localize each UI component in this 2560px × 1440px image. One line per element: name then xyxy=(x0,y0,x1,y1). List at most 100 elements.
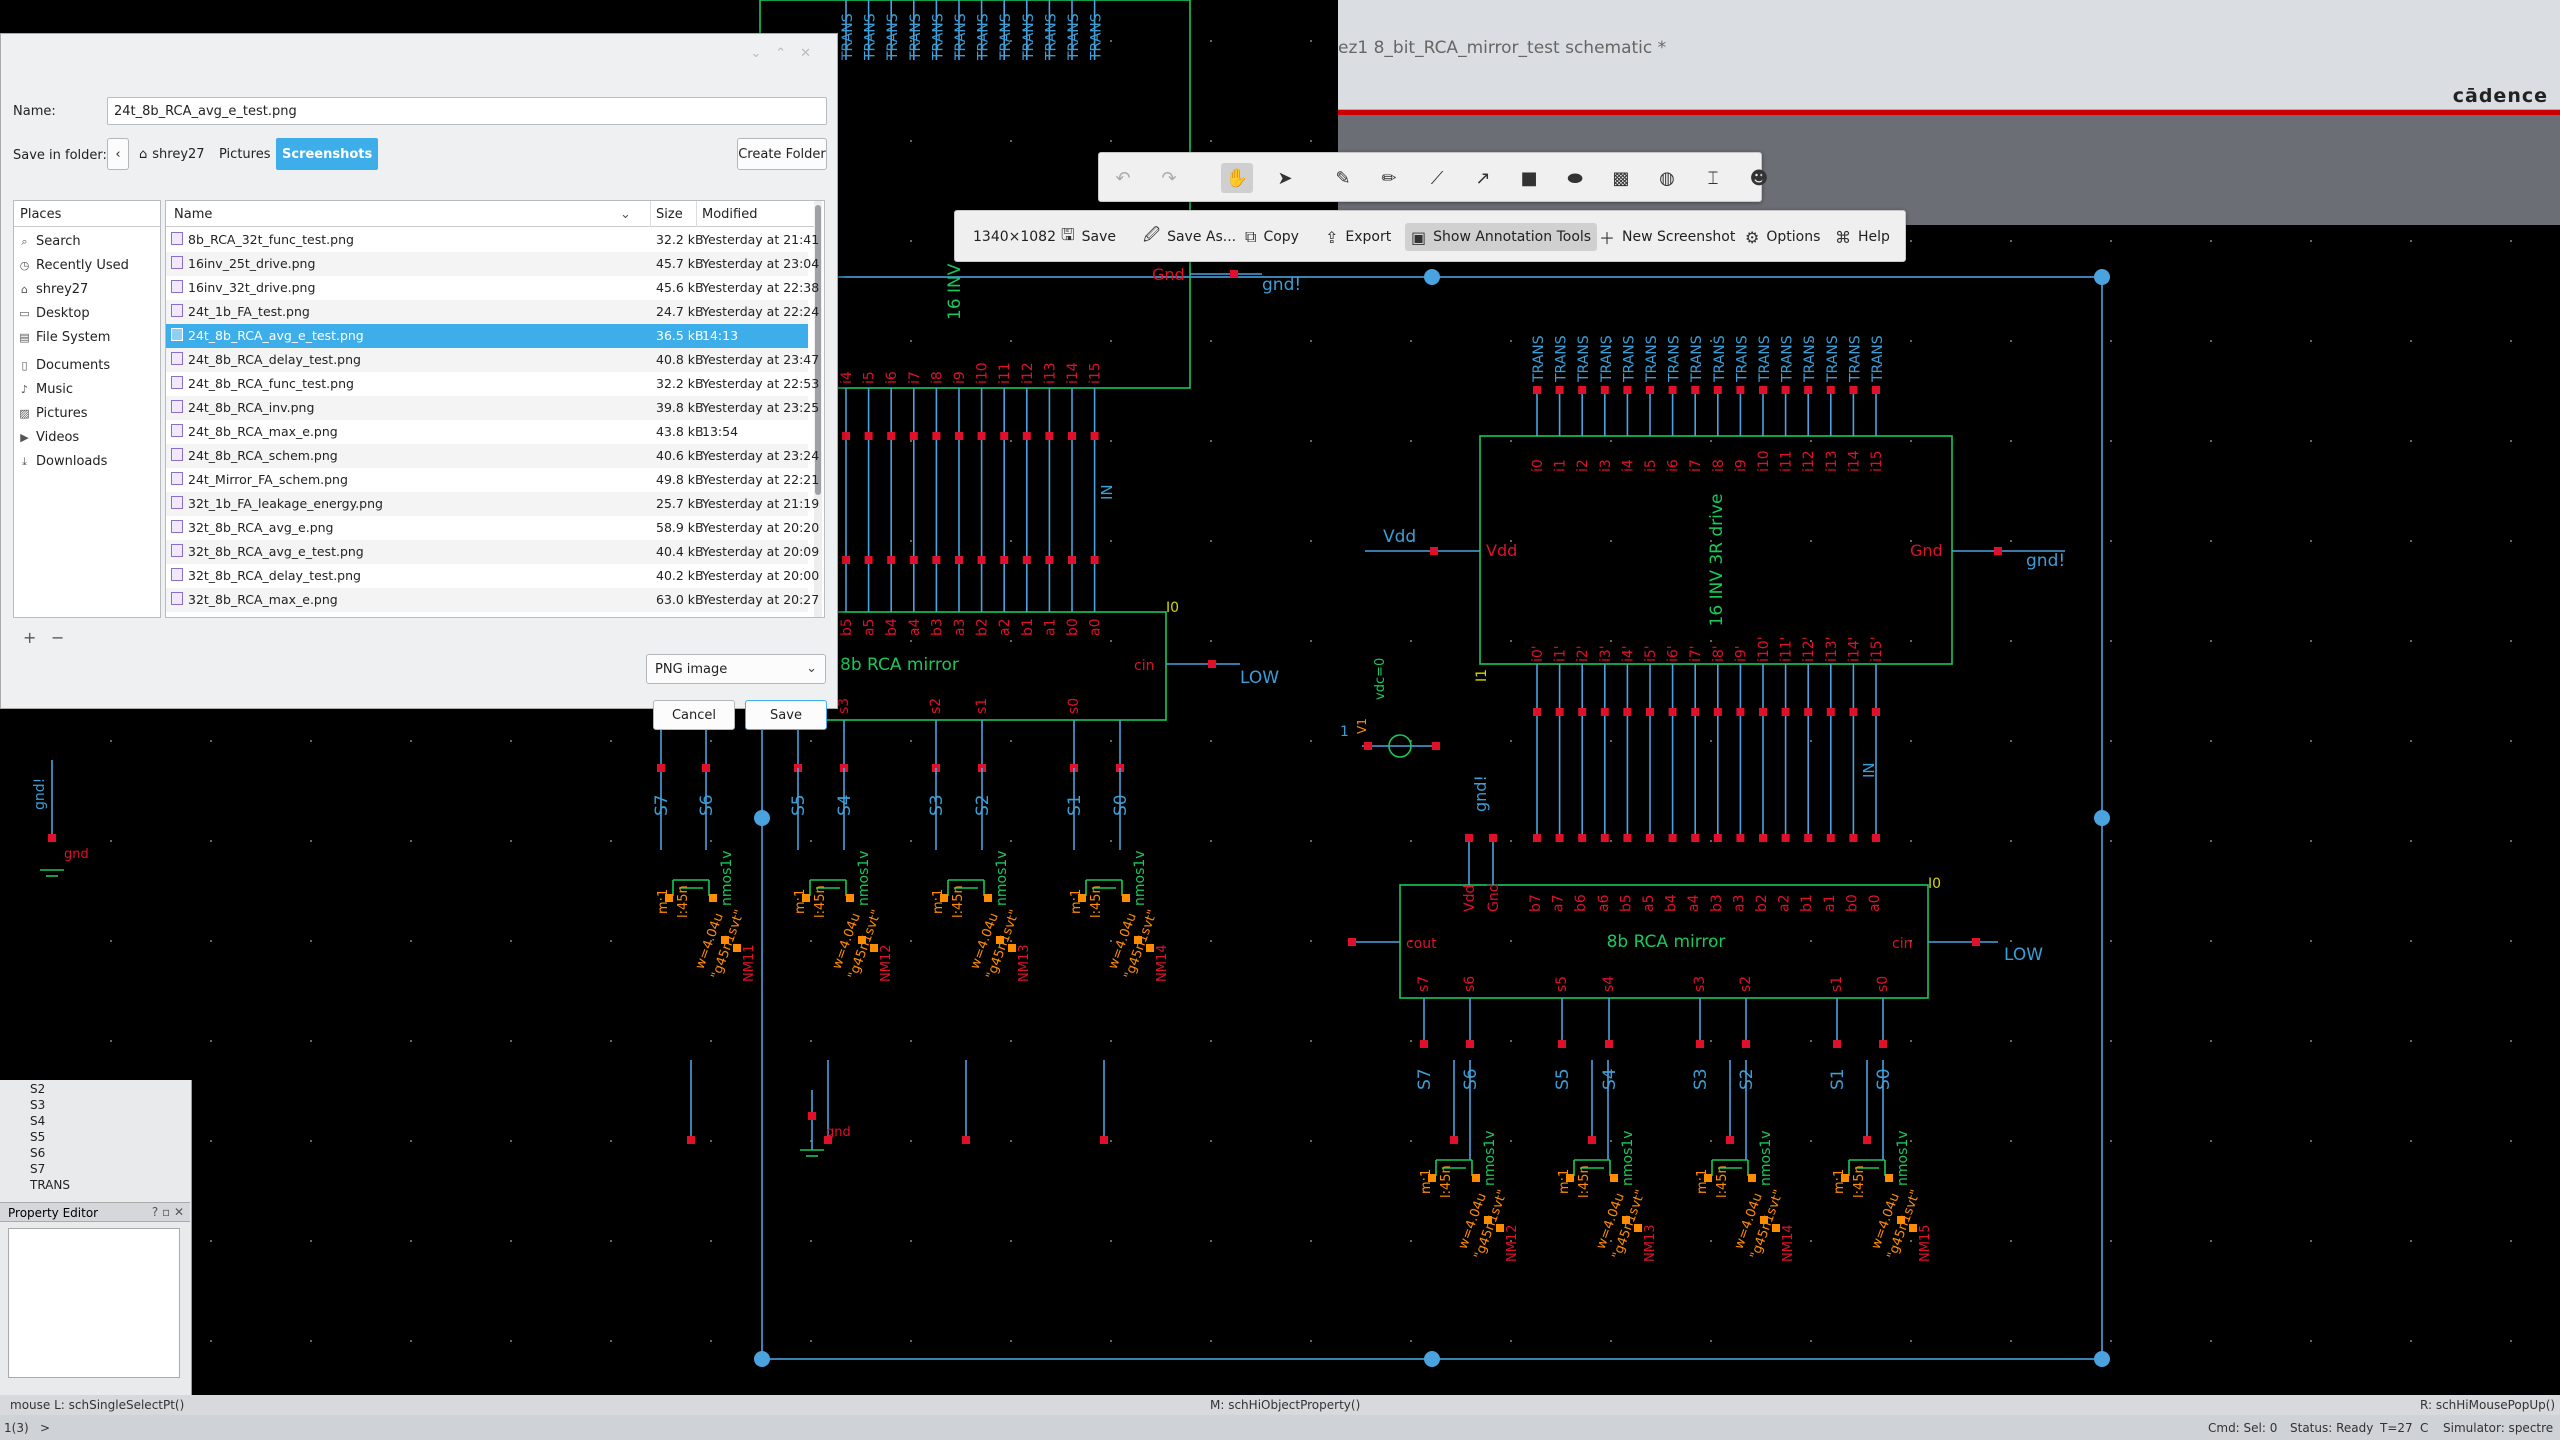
breadcrumb-screenshots[interactable]: Screenshots xyxy=(276,138,379,170)
inv-pin-label: i0 xyxy=(1530,459,1546,472)
file-row[interactable]: 24t_8b_RCA_schem.png 40.6 kB Yesterday at … xyxy=(166,444,819,468)
place-file-system[interactable]: ▤ File System xyxy=(18,330,110,345)
save-button[interactable]: 🖫 Save xyxy=(1055,223,1122,251)
highlighter-icon[interactable]: ✎ xyxy=(1327,163,1359,193)
trans-pin xyxy=(1804,386,1813,394)
line-icon[interactable]: ⟋ xyxy=(1421,163,1453,193)
trans-net-label: TRANS xyxy=(1780,335,1796,383)
file-row[interactable]: 8b_RCA_32t_func_test.png 32.2 kB Yesterday… xyxy=(166,228,819,252)
ellipse-icon[interactable]: ⬬ xyxy=(1559,163,1591,193)
file-row[interactable]: 32t_1b_FA_leakage_energy.png 25.7 kB Yeste… xyxy=(166,492,819,516)
place-documents[interactable]: ▯ Documents xyxy=(18,358,110,373)
tree-item[interactable]: S3 xyxy=(30,1098,45,1112)
cin-pin-label: cin xyxy=(1892,936,1912,952)
file-name: 24t_1b_FA_test.png xyxy=(188,304,310,319)
create-folder-button[interactable]: Create Folder xyxy=(737,138,827,170)
file-modified: Yesterday at 22:24 xyxy=(702,304,820,319)
options-button[interactable]: ⚙ Options xyxy=(1739,223,1826,251)
sum-net-label: S5 xyxy=(1553,1068,1573,1090)
column-modified[interactable]: Modified xyxy=(702,207,757,222)
file-row[interactable]: 32t_8b_RCA_avg_e.png 58.9 kB Yesterday at … xyxy=(166,516,819,540)
text-icon[interactable]: ⌶ xyxy=(1697,163,1729,193)
rca-input-label: b2 xyxy=(1754,894,1770,912)
export-icon: ⇪ xyxy=(1325,227,1339,247)
undo-icon[interactable]: ↶ xyxy=(1107,163,1139,193)
show-annotation-button[interactable]: ▣ Show Annotation Tools xyxy=(1405,223,1598,251)
trans-net-label: TRANS xyxy=(908,13,924,61)
add-place-button[interactable]: + xyxy=(23,628,36,647)
place-search[interactable]: ⌕ Search xyxy=(18,234,80,249)
pin xyxy=(1668,708,1677,716)
place-videos[interactable]: ▶ Videos xyxy=(18,430,79,445)
pen-icon[interactable]: ✏ xyxy=(1373,163,1405,193)
tree-item[interactable]: S4 xyxy=(30,1114,45,1128)
rca-input-label: b5 xyxy=(839,618,855,636)
pin xyxy=(932,432,941,440)
back-button[interactable]: ‹ xyxy=(107,138,129,170)
save-as-button[interactable]: 🖉 Save As... xyxy=(1137,223,1242,251)
pin xyxy=(887,556,896,564)
tree-item[interactable]: S7 xyxy=(30,1162,45,1176)
breadcrumb-pictures[interactable]: Pictures xyxy=(213,138,276,170)
file-row[interactable]: 24t_8b_RCA_avg_e_test.png 36.5 kB 14:13 xyxy=(166,324,808,348)
arrow-icon[interactable]: ↗ xyxy=(1467,163,1499,193)
file-modified: Yesterday at 20:09 xyxy=(702,544,820,559)
blur-icon[interactable]: ◍ xyxy=(1651,163,1683,193)
file-row[interactable]: 32t_8b_RCA_avg_e_test.png 40.4 kB Yesterda… xyxy=(166,540,819,564)
file-row[interactable]: 24t_Mirror_FA_schem.png 49.8 kB Yesterday … xyxy=(166,468,819,492)
cancel-button[interactable]: Cancel xyxy=(653,700,735,730)
tree-item[interactable]: S5 xyxy=(30,1130,45,1144)
file-modified: 14:13 xyxy=(702,328,739,343)
file-row[interactable]: 32t_8b_RCA_delay_test.png 40.2 kB Yesterda… xyxy=(166,564,819,588)
export-button[interactable]: ⇪ Export xyxy=(1319,223,1397,251)
copy-button[interactable]: ⧉ Copy xyxy=(1239,223,1305,251)
breadcrumb-home[interactable]: ⌂ shrey27 xyxy=(133,138,211,170)
redo-icon[interactable]: ↷ xyxy=(1153,163,1185,193)
tree-item[interactable]: S6 xyxy=(30,1146,45,1160)
tree-item[interactable]: S2 xyxy=(30,1082,45,1096)
inv-pin-label: i1 xyxy=(1553,459,1569,472)
pixelate-icon[interactable]: ▩ xyxy=(1605,163,1637,193)
new-screenshot-button[interactable]: ＋ New Screenshot xyxy=(1593,223,1741,251)
save-dialog-button[interactable]: Save xyxy=(745,700,827,730)
image-file-icon xyxy=(171,424,183,437)
navigator-panel: S2 S3 S4 S5 S6 S7 TRANS Property Editor … xyxy=(0,1080,192,1395)
gnd-net-label: gnd! xyxy=(1471,775,1490,812)
file-row[interactable]: 24t_1b_FA_test.png 24.7 kB Yesterday at 22… xyxy=(166,300,819,324)
inv-pin-label: i10 xyxy=(1756,450,1772,472)
place-downloads[interactable]: ⤓ Downloads xyxy=(18,454,107,469)
cadence-logo: cādence xyxy=(2452,85,2548,107)
terminal xyxy=(1748,1174,1756,1182)
sticker-icon[interactable]: ☻ xyxy=(1743,163,1775,193)
tree-item[interactable]: TRANS xyxy=(30,1178,70,1192)
close-icon[interactable]: ? ▫ ✕ xyxy=(152,1205,184,1219)
place-shrey27[interactable]: ⌂ shrey27 xyxy=(18,282,88,297)
pin xyxy=(1000,556,1009,564)
file-row[interactable]: 24t_8b_RCA_max_e.png 43.8 kB 13:54 xyxy=(166,420,808,444)
file-row[interactable]: 24t_8b_RCA_inv.png 39.8 kB Yesterday at 23… xyxy=(166,396,819,420)
pin xyxy=(1578,708,1587,716)
select-icon[interactable]: ➤ xyxy=(1269,163,1301,193)
rca-input-label: b4 xyxy=(1664,894,1680,912)
command-prompt[interactable]: > xyxy=(40,1421,50,1435)
place-pictures[interactable]: ▨ Pictures xyxy=(18,406,87,421)
file-row[interactable]: 16inv_32t_drive.png 45.6 kB Yesterday at 2… xyxy=(166,276,819,300)
place-music[interactable]: ♪ Music xyxy=(18,382,73,397)
file-row[interactable]: 24t_8b_RCA_delay_test.png 40.8 kB Yesterda… xyxy=(166,348,819,372)
help-button[interactable]: ⌘ Help xyxy=(1829,223,1896,251)
window-controls[interactable]: ⌄⌃✕ xyxy=(750,46,825,61)
remove-place-button[interactable]: − xyxy=(51,628,64,647)
filetype-select[interactable]: PNG image ⌄ xyxy=(646,654,826,684)
file-row[interactable]: 24t_8b_RCA_func_test.png 32.2 kB Yesterday… xyxy=(166,372,819,396)
filename-input[interactable]: 24t_8b_RCA_avg_e_test.png xyxy=(107,97,827,125)
file-row[interactable]: 16inv_25t_drive.png 45.7 kB Yesterday at 2… xyxy=(166,252,819,276)
sort-chevron-icon[interactable]: ⌄ xyxy=(620,207,631,222)
rectangle-icon[interactable]: ■ xyxy=(1513,163,1545,193)
place-desktop[interactable]: ▭ Desktop xyxy=(18,306,89,321)
inv-pin-label: i11' xyxy=(1779,636,1795,662)
place-recently-used[interactable]: ◷ Recently Used xyxy=(18,258,129,273)
column-name[interactable]: Name xyxy=(174,207,212,222)
pan-icon[interactable]: ✋ xyxy=(1221,163,1253,193)
file-row[interactable]: 32t_8b_RCA_max_e.png 63.0 kB Yesterday at … xyxy=(166,588,819,612)
column-size[interactable]: Size xyxy=(656,207,683,222)
